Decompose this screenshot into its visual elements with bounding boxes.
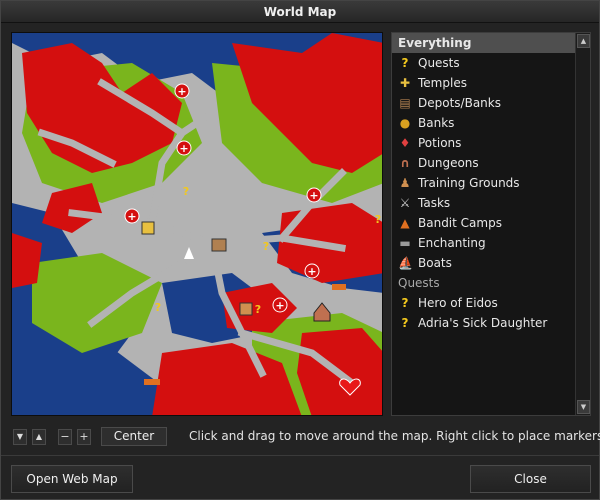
legend-item-label: Depots/Banks <box>418 96 501 110</box>
quest-item-adrias-sick-daughter[interactable]: ? Adria's Sick Daughter <box>392 313 576 333</box>
legend-item-bandit-camps[interactable]: ▲ Bandit Camps <box>392 213 576 233</box>
legend-item-label: Enchanting <box>418 236 486 250</box>
legend-item-dungeons[interactable]: ∩ Dungeons <box>392 153 576 173</box>
legend-item-label: Temples <box>418 76 467 90</box>
svg-text:+: + <box>275 299 284 312</box>
legend-item-label: Dungeons <box>418 156 479 170</box>
legend-item-temples[interactable]: ✚ Temples <box>392 73 576 93</box>
zoom-out-button[interactable]: − <box>58 429 72 445</box>
legend-item-depots-banks[interactable]: ▤ Depots/Banks <box>392 93 576 113</box>
quest-item-hero-of-eidos[interactable]: ? Hero of Eidos <box>392 293 576 313</box>
world-map-view[interactable]: + + + + + + ? ? ? ? ? <box>11 32 383 416</box>
legend-item-tasks[interactable]: ⚔ Tasks <box>392 193 576 213</box>
temple-icon: ✚ <box>399 76 411 90</box>
legend-item-label: Banks <box>418 116 455 130</box>
enchanting-icon: ▬ <box>399 236 411 250</box>
svg-text:+: + <box>127 210 136 223</box>
center-button[interactable]: Center <box>101 427 167 446</box>
zoom-in-button[interactable]: + <box>77 429 91 445</box>
training-icon: ♟ <box>399 176 411 190</box>
quest-icon: ? <box>401 296 409 310</box>
quest-item-label: Adria's Sick Daughter <box>418 316 548 330</box>
legend-item-enchanting[interactable]: ▬ Enchanting <box>392 233 576 253</box>
task-icon: ⚔ <box>399 196 411 210</box>
legend-item-banks[interactable]: ● Banks <box>392 113 576 133</box>
window-title: World Map <box>1 1 599 23</box>
svg-text:+: + <box>307 265 316 278</box>
depot-icon: ▤ <box>399 96 411 110</box>
svg-text:?: ? <box>375 213 381 226</box>
svg-text:+: + <box>179 142 188 155</box>
legend-item-label: Tasks <box>418 196 451 210</box>
scroll-down-arrow-icon[interactable]: ▼ <box>577 400 590 414</box>
bank-icon: ● <box>399 116 411 130</box>
close-button[interactable]: Close <box>470 465 591 493</box>
potion-icon: ♦ <box>399 136 411 150</box>
scroll-up-arrow-icon[interactable]: ▲ <box>577 34 590 48</box>
svg-text:?: ? <box>155 301 161 314</box>
quest-icon: ? <box>401 316 409 330</box>
boat-icon: ⛵ <box>398 256 413 270</box>
legend-everything[interactable]: Everything <box>392 33 576 53</box>
legend-item-boats[interactable]: ⛵ Boats <box>392 253 576 273</box>
legend-scrollbar[interactable]: ▲ ▼ <box>575 33 590 415</box>
quest-icon: ? <box>401 56 409 70</box>
footer-divider <box>1 455 599 456</box>
legend-item-label: Training Grounds <box>418 176 520 190</box>
legend-item-potions[interactable]: ♦ Potions <box>392 133 576 153</box>
legend-item-label: Potions <box>418 136 462 150</box>
svg-text:+: + <box>177 85 186 98</box>
legend-item-quests[interactable]: ? Quests <box>392 53 576 73</box>
dungeon-icon: ∩ <box>400 156 410 170</box>
legend-section-quests: Quests <box>398 276 440 290</box>
map-terrain: + + + + + + ? ? ? ? ? <box>12 33 382 415</box>
svg-text:?: ? <box>263 240 269 253</box>
world-map-window: World Map + + + + + + ? ? ? ? ? Everythi… <box>0 0 600 500</box>
legend-item-label: Bandit Camps <box>418 216 502 230</box>
floor-down-button[interactable]: ▼ <box>13 429 27 445</box>
quest-item-label: Hero of Eidos <box>418 296 498 310</box>
legend-item-label: Boats <box>418 256 452 270</box>
map-hint-text: Click and drag to move around the map. R… <box>189 429 600 443</box>
legend-item-label: Quests <box>418 56 460 70</box>
svg-text:+: + <box>309 189 318 202</box>
svg-text:?: ? <box>183 185 189 198</box>
legend-item-training-grounds[interactable]: ♟ Training Grounds <box>392 173 576 193</box>
map-legend-list[interactable]: Everything ? Quests ✚ Temples ▤ Depots/B… <box>391 32 591 416</box>
bandit-camp-icon: ▲ <box>400 216 410 230</box>
floor-up-button[interactable]: ▲ <box>32 429 46 445</box>
svg-text:?: ? <box>255 303 261 316</box>
open-web-map-button[interactable]: Open Web Map <box>11 465 133 493</box>
